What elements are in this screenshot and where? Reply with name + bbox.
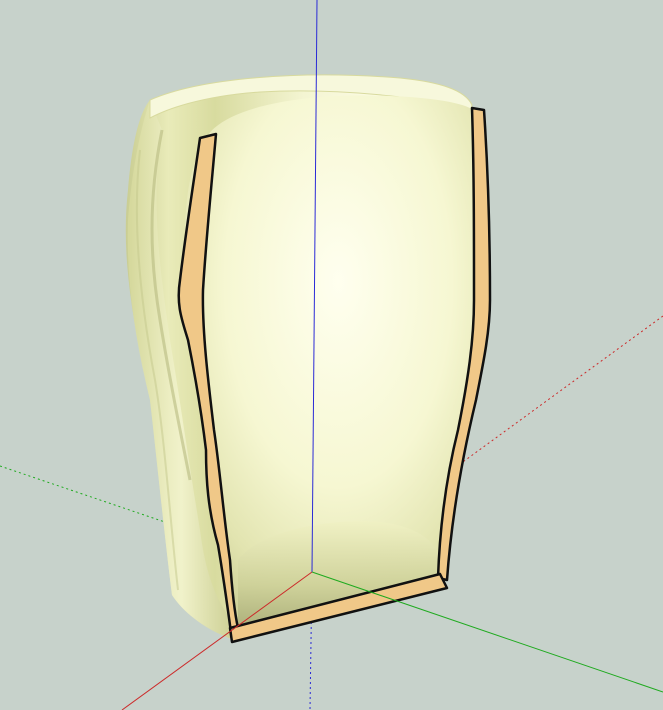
vase-model[interactable] bbox=[125, 74, 492, 644]
scene-canvas[interactable] bbox=[0, 0, 663, 710]
green-axis bbox=[311, 571, 663, 693]
3d-viewport[interactable] bbox=[0, 0, 663, 710]
